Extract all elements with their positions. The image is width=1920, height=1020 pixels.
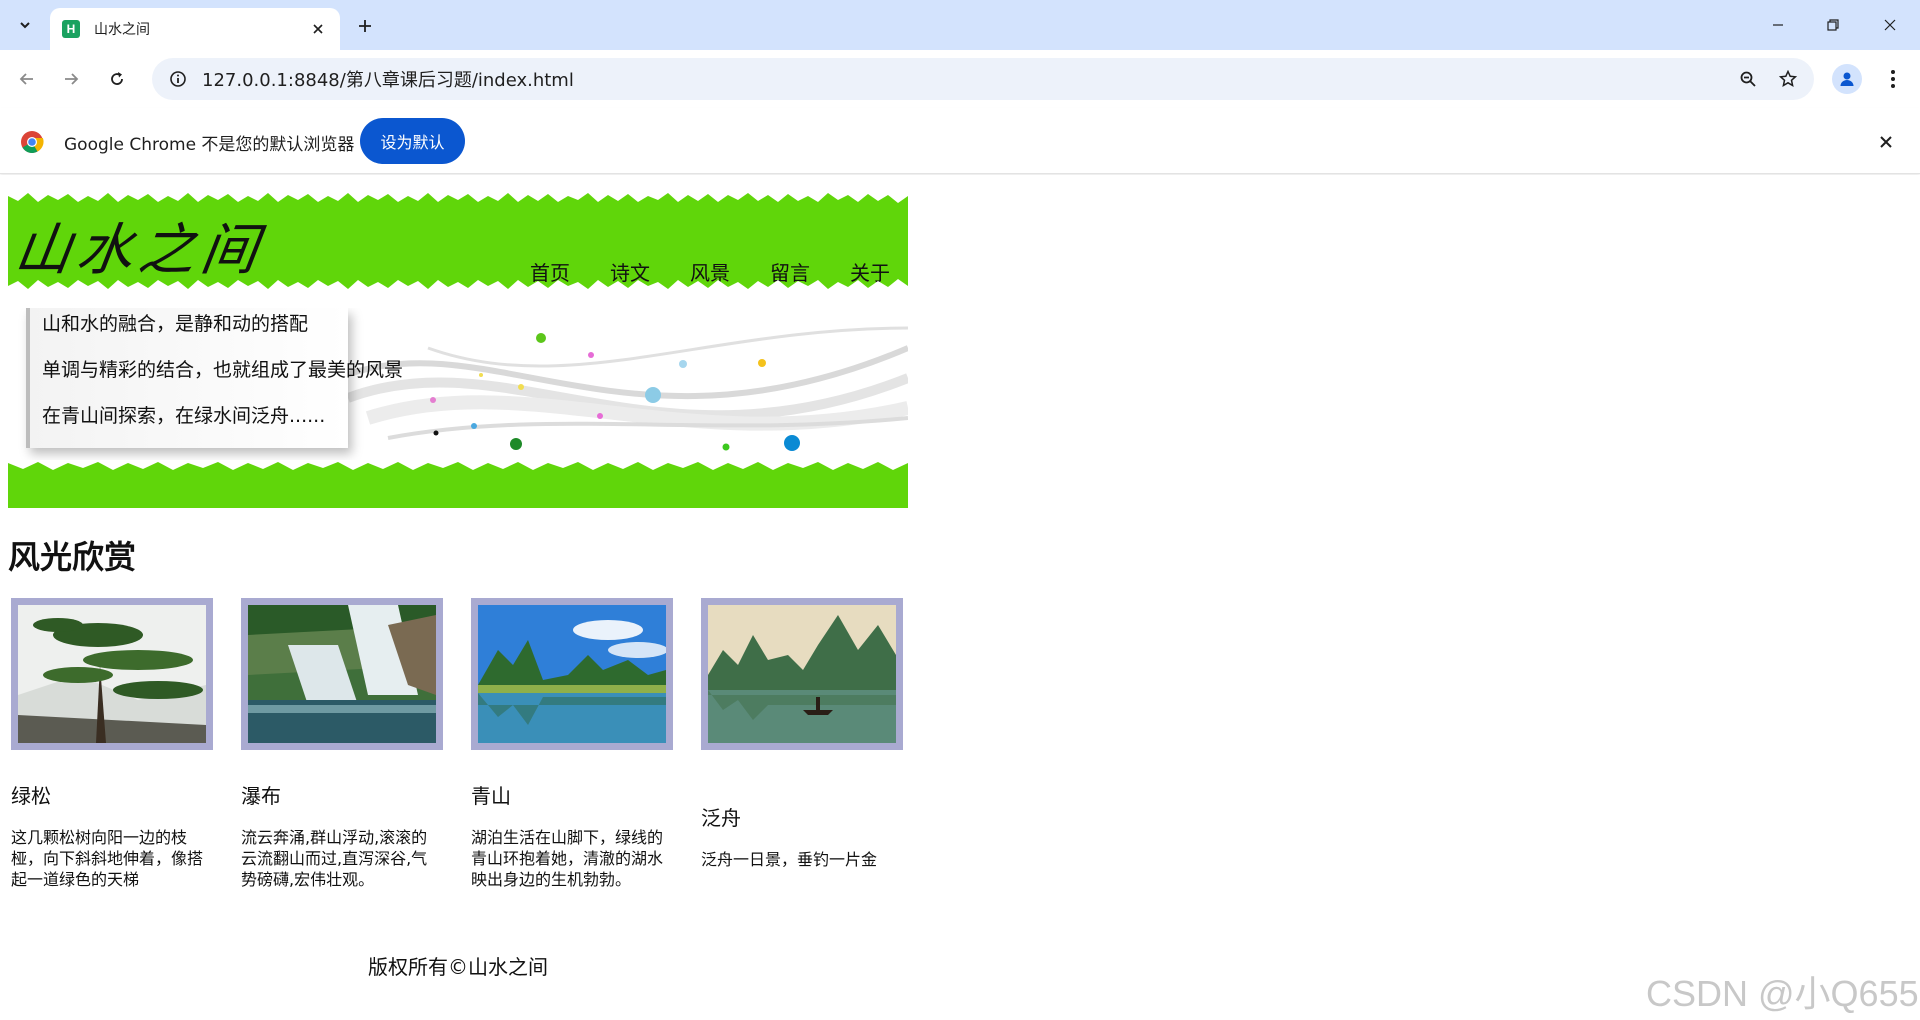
back-button[interactable]	[12, 64, 42, 94]
reload-icon	[111, 72, 123, 85]
site-footer: 版权所有©山水之间	[368, 955, 548, 979]
grass-edge-top	[8, 191, 908, 203]
quote-card: 山和水的融合，是静和动的搭配 单调与精彩的结合，也就组成了最美的风景 在青山间探…	[26, 308, 403, 448]
site-logo: 山水之间	[10, 218, 268, 283]
tab-search-button[interactable]	[10, 10, 40, 40]
minimize-icon	[1773, 24, 1783, 26]
gallery-item-name: 绿松	[11, 784, 51, 808]
close-icon	[1880, 136, 1892, 148]
gallery-item-name: 瀑布	[241, 784, 281, 808]
csdn-watermark: CSDN @小Q655	[1646, 973, 1919, 1014]
close-window-button[interactable]	[1875, 10, 1905, 40]
close-icon	[313, 24, 323, 34]
grass-edge-bottom	[8, 279, 908, 291]
person-icon	[1840, 72, 1854, 86]
bookmark-button[interactable]	[1768, 58, 1808, 100]
new-tab-button[interactable]	[352, 13, 378, 39]
gallery-item-desc: 泛舟一日景，垂钓一片金	[701, 850, 878, 869]
pine-tree-image	[18, 605, 206, 743]
address-bar[interactable]: 127.0.0.1:8848/第八章课后习题/index.html	[152, 58, 1814, 100]
green-mountain-lake-image	[478, 605, 666, 743]
star-icon	[1779, 70, 1797, 88]
browser-menu-button[interactable]	[1878, 64, 1908, 94]
infobar-message: Google Chrome 不是您的默认浏览器	[64, 135, 355, 155]
site-info-button[interactable]	[158, 58, 198, 100]
reload-button[interactable]	[102, 64, 132, 94]
chrome-logo-icon	[21, 131, 44, 153]
tab-favicon-icon: H	[62, 20, 80, 38]
gallery-thumbnail[interactable]	[701, 598, 903, 750]
info-icon	[170, 71, 186, 87]
profile-button[interactable]	[1832, 64, 1862, 94]
gallery-thumbnail[interactable]	[11, 598, 213, 750]
restore-icon	[1827, 19, 1839, 31]
gallery-item-desc: 这几颗松树向阳一边的枝桠，向下斜斜地伸着，像搭起一道绿色的天梯	[11, 828, 204, 889]
infobar-close-button[interactable]	[1872, 128, 1900, 156]
tab-strip: H 山水之间	[0, 0, 1920, 50]
gallery-item-name: 青山	[471, 784, 511, 808]
plus-icon	[359, 20, 371, 32]
gallery-item-name: 泛舟	[701, 806, 741, 830]
gallery-thumbnail[interactable]	[241, 598, 443, 750]
restore-button[interactable]	[1818, 10, 1848, 40]
zoom-icon	[1740, 71, 1756, 87]
gallery-item[interactable]: 泛舟 泛舟一日景，垂钓一片金	[701, 598, 906, 870]
forward-button[interactable]	[56, 64, 86, 94]
chevron-down-icon	[20, 22, 30, 29]
gallery-item[interactable]: 青山 湖泊生活在山脚下，绿线的青山环抱着她，清澈的湖水映出身边的生机勃勃。	[471, 598, 676, 890]
banner-line: 单调与精彩的结合，也就组成了最美的风景	[42, 359, 404, 381]
page-content: 山水之间 首页 诗文 风景 留言 关于 山和水的融合，是静和动的搭配 单调与精彩…	[0, 175, 1920, 1020]
zoom-button[interactable]	[1728, 58, 1768, 100]
banner-grass-strip	[8, 460, 908, 508]
gallery-item[interactable]: 瀑布 流云奔涌,群山浮动,滚滚的云流翻山而过,直泻深谷,气势磅礴,宏伟壮观。	[241, 598, 446, 890]
close-icon	[1884, 19, 1896, 31]
gallery-item-desc: 湖泊生活在山脚下，绿线的青山环抱着她，清澈的湖水映出身边的生机勃勃。	[471, 828, 664, 889]
url-text[interactable]: 127.0.0.1:8848/第八章课后习题/index.html	[202, 66, 1728, 92]
tab-title: 山水之间	[94, 22, 150, 38]
gallery-item-desc: 流云奔涌,群山浮动,滚滚的云流翻山而过,直泻深谷,气势磅礴,宏伟壮观。	[241, 828, 428, 889]
site-header: 山水之间 首页 诗文 风景 留言 关于	[8, 191, 908, 291]
more-vert-icon	[1891, 70, 1895, 88]
default-browser-infobar: Google Chrome 不是您的默认浏览器 设为默认	[0, 108, 1920, 174]
banner-line: 在青山间探索，在绿水间泛舟......	[42, 405, 326, 427]
grass-edge-top	[8, 460, 908, 470]
arrow-left-icon	[19, 73, 33, 85]
waterfall-image	[248, 605, 436, 743]
arrow-right-icon	[65, 73, 79, 85]
banner: 山和水的融合，是静和动的搭配 单调与精彩的结合，也就组成了最美的风景 在青山间探…	[8, 308, 908, 508]
section-title: 风光欣赏	[8, 538, 137, 576]
gallery-item[interactable]: 绿松 这几颗松树向阳一边的枝桠，向下斜斜地伸着，像搭起一道绿色的天梯	[11, 598, 216, 890]
boat-on-river-image	[708, 605, 896, 743]
minimize-button[interactable]	[1763, 10, 1793, 40]
banner-line: 山和水的融合，是静和动的搭配	[42, 313, 309, 335]
tab-close-button[interactable]	[308, 19, 328, 39]
active-tab[interactable]: H 山水之间	[50, 8, 340, 50]
set-default-button[interactable]: 设为默认	[360, 118, 465, 164]
gallery-thumbnail[interactable]	[471, 598, 673, 750]
browser-toolbar: 127.0.0.1:8848/第八章课后习题/index.html	[0, 50, 1920, 108]
